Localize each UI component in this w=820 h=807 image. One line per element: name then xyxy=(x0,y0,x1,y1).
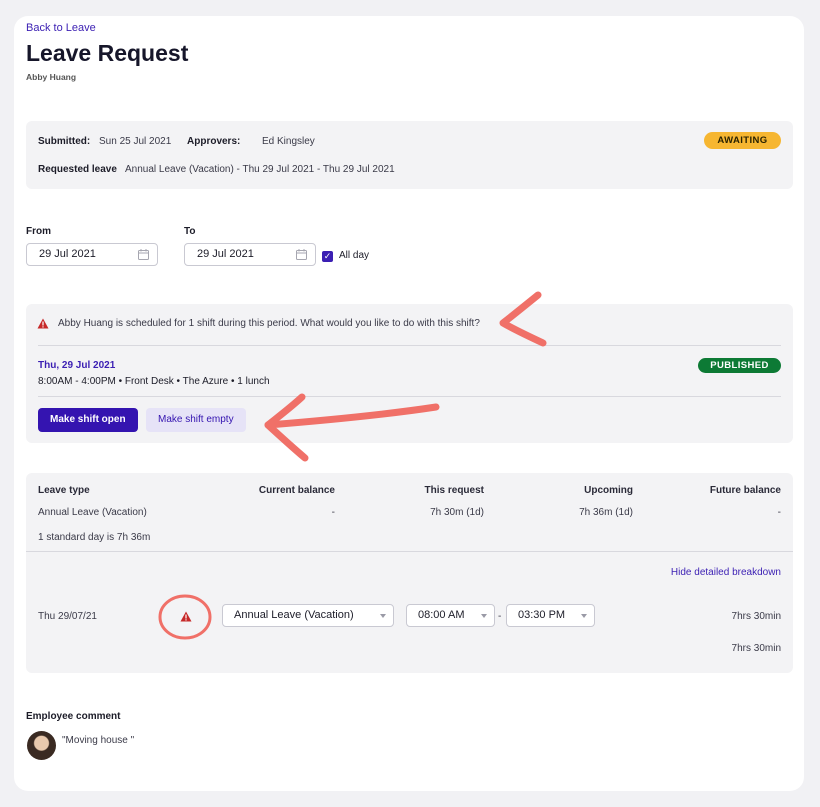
make-shift-empty-button[interactable]: Make shift empty xyxy=(146,408,246,432)
chevron-down-icon xyxy=(481,614,487,618)
page-title: Leave Request xyxy=(26,40,189,66)
to-date-value: 29 Jul 2021 xyxy=(197,248,254,260)
to-date-input[interactable]: 29 Jul 2021 xyxy=(184,243,316,266)
employee-name: Abby Huang xyxy=(26,72,77,82)
make-shift-open-button[interactable]: Make shift open xyxy=(38,408,138,432)
end-time-select[interactable]: 03:30 PM xyxy=(506,604,595,627)
divider xyxy=(38,345,781,346)
shift-date: Thu, 29 Jul 2021 xyxy=(38,360,116,371)
end-time-selected: 03:30 PM xyxy=(518,609,566,621)
header-leave-type: Leave type xyxy=(38,485,90,496)
start-time-select[interactable]: 08:00 AM xyxy=(406,604,495,627)
breakdown-hours: 7hrs 30min xyxy=(731,611,781,622)
divider xyxy=(26,551,793,552)
cell-future-balance: - xyxy=(777,507,781,518)
request-summary-panel: Submitted: Sun 25 Jul 2021 Approvers: Ed… xyxy=(26,121,793,189)
from-label: From xyxy=(26,226,51,237)
approvers-value: Ed Kingsley xyxy=(262,136,315,147)
status-badge-awaiting: AWAITING xyxy=(704,132,781,149)
employee-comment-text: "Moving house " xyxy=(62,735,135,746)
header-current-balance: Current balance xyxy=(258,485,335,496)
leave-type-selected: Annual Leave (Vacation) xyxy=(234,609,354,621)
chevron-down-icon xyxy=(380,614,386,618)
to-label: To xyxy=(184,226,196,237)
leave-request-card: Back to Leave Leave Request Abby Huang S… xyxy=(14,16,804,791)
submitted-label: Submitted: xyxy=(38,136,91,147)
status-badge-published: PUBLISHED xyxy=(698,358,781,373)
breakdown-total: 7hrs 30min xyxy=(731,643,781,654)
cell-upcoming: 7h 36m (1d) xyxy=(579,507,633,518)
back-to-leave-link[interactable]: Back to Leave xyxy=(26,22,96,34)
header-upcoming: Upcoming xyxy=(584,485,633,496)
employee-comment-label: Employee comment xyxy=(26,711,121,722)
cell-this-request: 7h 30m (1d) xyxy=(430,507,484,518)
hide-breakdown-link[interactable]: Hide detailed breakdown xyxy=(671,567,781,578)
avatar xyxy=(27,731,56,760)
requested-leave-label: Requested leave xyxy=(38,164,117,175)
all-day-checkbox[interactable]: ✓ xyxy=(322,251,333,262)
from-date-value: 29 Jul 2021 xyxy=(39,248,96,260)
header-this-request: This request xyxy=(424,485,484,496)
calendar-icon[interactable] xyxy=(138,249,149,260)
calendar-icon[interactable] xyxy=(296,249,307,260)
standard-day-note: 1 standard day is 7h 36m xyxy=(38,532,151,543)
header-future-balance: Future balance xyxy=(709,485,781,496)
shift-details: 8:00AM - 4:00PM • Front Desk • The Azure… xyxy=(38,376,270,387)
leave-type-select[interactable]: Annual Leave (Vacation) xyxy=(222,604,394,627)
cell-leave-type: Annual Leave (Vacation) xyxy=(38,507,147,518)
leave-balance-panel: Leave type Current balance This request … xyxy=(26,473,793,673)
chevron-down-icon xyxy=(581,614,587,618)
cell-current-balance: - xyxy=(331,507,335,518)
approvers-label: Approvers: xyxy=(187,136,241,147)
time-separator: - xyxy=(498,611,502,622)
all-day-label: All day xyxy=(339,250,370,261)
start-time-selected: 08:00 AM xyxy=(418,609,465,621)
submitted-date: Sun 25 Jul 2021 xyxy=(99,136,172,147)
shift-conflict-message: Abby Huang is scheduled for 1 shift duri… xyxy=(58,318,480,329)
breakdown-date: Thu 29/07/21 xyxy=(38,611,97,622)
requested-leave-value: Annual Leave (Vacation) - Thu 29 Jul 202… xyxy=(125,164,395,175)
shift-conflict-panel: Abby Huang is scheduled for 1 shift duri… xyxy=(26,304,793,443)
divider xyxy=(38,396,781,397)
warning-icon xyxy=(37,318,49,329)
from-date-input[interactable]: 29 Jul 2021 xyxy=(26,243,158,266)
warning-icon xyxy=(180,611,192,622)
